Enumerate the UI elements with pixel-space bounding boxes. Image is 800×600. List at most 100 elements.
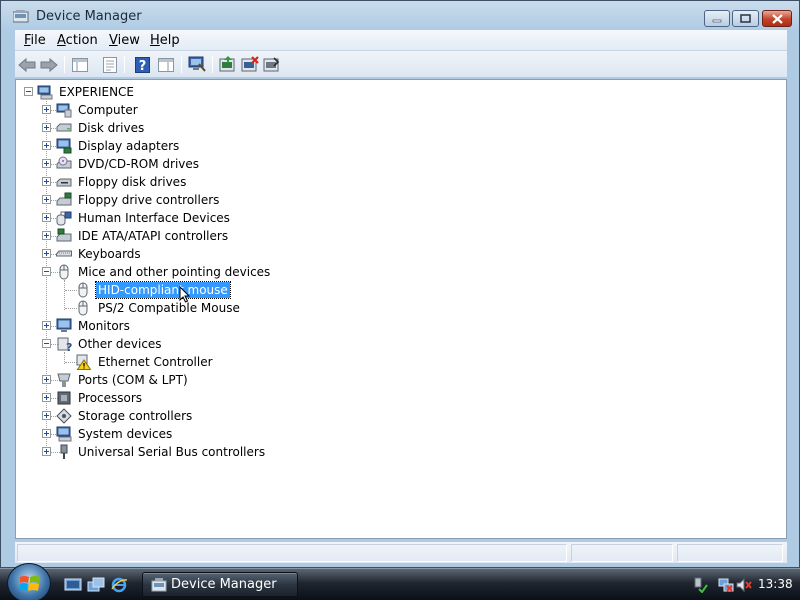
- warning-device-icon: [76, 354, 91, 370]
- show-desktop-icon[interactable]: [64, 577, 82, 593]
- tree-item-disk-drives[interactable]: Disk drives: [16, 119, 786, 137]
- tree-item-label-selected: HID-compliant mouse: [95, 281, 231, 299]
- tree-item-floppy-disk-drives[interactable]: Floppy disk drives: [16, 173, 786, 191]
- tree-item-floppy-drive-controllers[interactable]: Floppy drive controllers: [16, 191, 786, 209]
- tree-item-label: Floppy disk drives: [78, 175, 187, 189]
- tree-item-ethernet-controller[interactable]: Ethernet Controller: [16, 353, 786, 371]
- system-device-icon: [56, 426, 72, 442]
- expand-icon[interactable]: [42, 159, 51, 168]
- show-action-pane-button[interactable]: [155, 54, 177, 75]
- maximize-icon: [740, 14, 751, 23]
- status-pane: [677, 544, 783, 562]
- expand-icon[interactable]: [42, 393, 51, 402]
- taskbar-button-device-manager[interactable]: Device Manager: [142, 572, 298, 597]
- safely-remove-hardware-icon[interactable]: [692, 577, 708, 593]
- expand-icon[interactable]: [42, 411, 51, 420]
- system-tray: 13:38: [683, 569, 800, 600]
- close-button[interactable]: [762, 10, 792, 27]
- tree-item-display-adapters[interactable]: Display adapters: [16, 137, 786, 155]
- maximize-button[interactable]: [732, 10, 759, 27]
- switch-windows-icon[interactable]: [87, 577, 105, 593]
- forward-icon: [40, 57, 58, 72]
- expand-icon[interactable]: [42, 141, 51, 150]
- status-pane: [571, 544, 673, 562]
- tree-root[interactable]: EXPERIENCE: [16, 83, 786, 101]
- minimize-button[interactable]: [704, 10, 730, 27]
- disk-drive-icon: [56, 123, 72, 132]
- computer-icon: [37, 85, 53, 100]
- internet-explorer-icon[interactable]: [110, 577, 128, 593]
- tree-item-mice-and-other-pointing-devices[interactable]: Mice and other pointing devices: [16, 263, 786, 281]
- expand-icon[interactable]: [42, 375, 51, 384]
- expand-icon[interactable]: [42, 429, 51, 438]
- tree-item-human-interface-devices[interactable]: Human Interface Devices: [16, 209, 786, 227]
- help-button[interactable]: ?: [131, 54, 153, 75]
- tree-item-usb-controllers[interactable]: Universal Serial Bus controllers: [16, 443, 786, 461]
- taskbar-clock[interactable]: 13:38: [758, 577, 793, 591]
- update-driver-icon: [219, 56, 235, 72]
- tree-item-ide-ata-atapi-controllers[interactable]: IDE ATA/ATAPI controllers: [16, 227, 786, 245]
- expand-icon[interactable]: [42, 447, 51, 456]
- menu-help[interactable]: Help: [147, 32, 183, 49]
- expand-icon[interactable]: [42, 231, 51, 240]
- properties-icon: [103, 56, 117, 73]
- device-tree[interactable]: EXPERIENCE Computer Disk drives Display …: [15, 79, 787, 539]
- tree-item-hid-compliant-mouse[interactable]: HID-compliant mouse: [16, 281, 786, 303]
- collapse-icon[interactable]: [42, 339, 51, 348]
- uninstall-button[interactable]: [239, 54, 261, 75]
- tree-item-dvd-cd-rom-drives[interactable]: DVD/CD-ROM drives: [16, 155, 786, 173]
- network-disconnected-icon[interactable]: [718, 577, 734, 593]
- scan-hardware-button[interactable]: [186, 54, 208, 75]
- title-bar[interactable]: Device Manager: [1, 1, 799, 31]
- show-hide-console-tree-button[interactable]: [69, 54, 91, 75]
- tree-item-computer[interactable]: Computer: [16, 101, 786, 119]
- status-pane-main: [17, 544, 567, 562]
- collapse-icon[interactable]: [42, 267, 51, 276]
- expand-icon[interactable]: [42, 321, 51, 330]
- tree-item-system-devices[interactable]: System devices: [16, 425, 786, 443]
- tree-item-ps2-compatible-mouse[interactable]: PS/2 Compatible Mouse: [16, 299, 786, 317]
- collapse-icon[interactable]: [24, 87, 33, 96]
- menu-bar: File Action View Help: [15, 30, 787, 51]
- expand-icon[interactable]: [42, 213, 51, 222]
- toolbar-separator: [212, 56, 213, 73]
- expand-icon[interactable]: [42, 195, 51, 204]
- expand-icon[interactable]: [42, 105, 51, 114]
- menu-action-label: ction: [65, 33, 98, 48]
- window-title: Device Manager: [36, 9, 142, 24]
- menu-view-label: iew: [117, 33, 140, 48]
- tree-item-label: System devices: [78, 427, 173, 441]
- tree-root-label: EXPERIENCE: [59, 85, 135, 99]
- tree-item-other-devices[interactable]: ? Other devices: [16, 335, 786, 353]
- tree-item-keyboards[interactable]: Keyboards: [16, 245, 786, 263]
- tree-item-processors[interactable]: Processors: [16, 389, 786, 407]
- forward-button[interactable]: [38, 54, 60, 75]
- tree-item-storage-controllers[interactable]: Storage controllers: [16, 407, 786, 425]
- menu-view[interactable]: View: [106, 32, 143, 49]
- tree-item-label: Human Interface Devices: [78, 211, 230, 225]
- tree-item-ports[interactable]: Ports (COM & LPT): [16, 371, 786, 389]
- cdrom-icon: [56, 156, 72, 169]
- back-icon: [18, 57, 36, 72]
- tree-item-label: Mice and other pointing devices: [78, 265, 271, 279]
- menu-action[interactable]: Action: [54, 32, 101, 49]
- tree-item-monitors[interactable]: Monitors: [16, 317, 786, 335]
- expand-icon[interactable]: [42, 177, 51, 186]
- volume-muted-icon[interactable]: [736, 577, 752, 593]
- properties-button[interactable]: [99, 54, 121, 75]
- expand-icon[interactable]: [42, 249, 51, 258]
- expand-icon[interactable]: [42, 123, 51, 132]
- menu-file[interactable]: File: [21, 32, 49, 49]
- tree-item-label: Keyboards: [78, 247, 141, 261]
- display-adapter-icon: [56, 138, 72, 154]
- tree-item-label: Processors: [78, 391, 143, 405]
- tree-item-label: Disk drives: [78, 121, 145, 135]
- start-button[interactable]: [7, 563, 51, 600]
- disable-button[interactable]: [261, 54, 283, 75]
- tree-item-label: Display adapters: [78, 139, 180, 153]
- tree-item-label: Floppy drive controllers: [78, 193, 220, 207]
- svg-text:?: ?: [138, 59, 146, 73]
- back-button[interactable]: [16, 54, 38, 75]
- update-driver-button[interactable]: [217, 54, 239, 75]
- status-bar: [15, 541, 787, 563]
